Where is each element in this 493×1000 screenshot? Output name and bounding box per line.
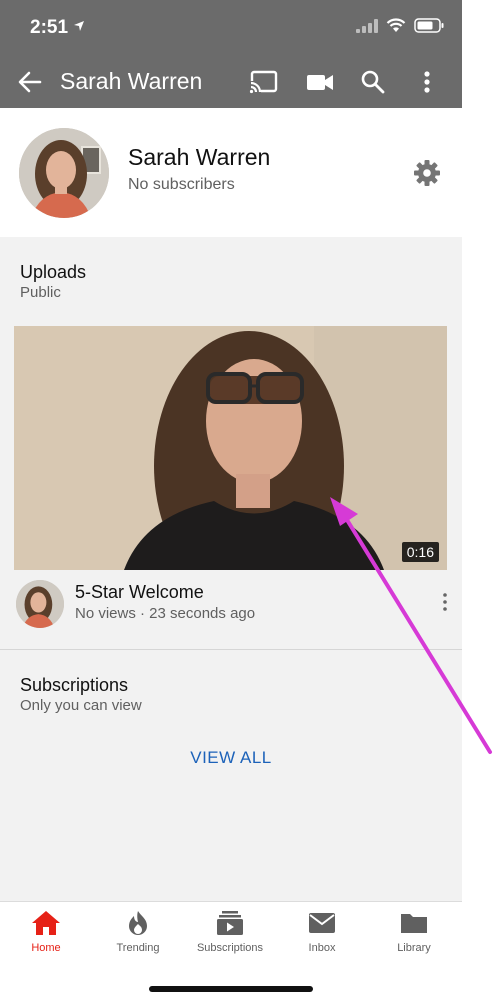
app-bar: Sarah Warren (0, 56, 462, 108)
search-icon[interactable] (358, 68, 388, 96)
nav-home[interactable]: Home (0, 910, 92, 970)
nav-inbox-label: Inbox (308, 942, 336, 954)
uploads-visibility: Public (20, 284, 61, 301)
nav-trending-label: Trending (116, 942, 160, 954)
cast-icon[interactable] (249, 68, 279, 96)
more-vert-icon[interactable] (412, 68, 442, 96)
video-channel-avatar[interactable] (16, 580, 64, 628)
nav-home-label: Home (31, 942, 61, 954)
nav-library[interactable]: Library (368, 910, 460, 970)
gear-icon[interactable] (413, 159, 441, 187)
location-arrow-icon (74, 21, 84, 31)
home-indicator (149, 986, 313, 992)
video-thumbnail[interactable]: 0:16 (14, 326, 447, 570)
phone-screen: 2:51 Sarah Warren Sarah Warren No subscr… (0, 0, 462, 1000)
top-bar: 2:51 Sarah Warren (0, 0, 462, 108)
video-meta: No views · 23 seconds ago (75, 605, 256, 622)
subscriber-count: No subscribers (128, 176, 235, 193)
flame-icon (129, 911, 147, 935)
status-icons (356, 18, 444, 33)
back-arrow-icon[interactable] (16, 68, 44, 96)
nav-trending[interactable]: Trending (92, 910, 184, 970)
uploads-title: Uploads (20, 262, 87, 282)
channel-header: Sarah Warren No subscribers (0, 108, 462, 237)
nav-subscriptions[interactable]: Subscriptions (184, 910, 276, 970)
battery-icon (414, 18, 444, 33)
section-divider (0, 649, 462, 650)
inbox-icon (309, 913, 335, 933)
video-duration: 0:16 (401, 542, 439, 562)
nav-library-label: Library (397, 942, 431, 954)
subscriptions-icon (217, 911, 243, 935)
video-camera-icon[interactable] (305, 68, 335, 96)
view-all-button[interactable]: VIEW ALL (0, 748, 462, 768)
status-time: 2:51 (30, 17, 69, 38)
wifi-icon (386, 18, 406, 32)
nav-subscriptions-label: Subscriptions (196, 942, 264, 954)
video-title[interactable]: 5-Star Welcome (75, 582, 204, 603)
video-more-icon[interactable] (438, 592, 452, 612)
subscriptions-visibility: Only you can view (20, 697, 142, 714)
folder-icon (401, 914, 427, 933)
nav-inbox[interactable]: Inbox (276, 910, 368, 970)
home-icon (32, 911, 60, 935)
subscriptions-title: Subscriptions (20, 675, 129, 695)
app-bar-title: Sarah Warren (60, 68, 203, 94)
right-margin (462, 0, 493, 1000)
cellular-signal-icon (356, 18, 378, 33)
channel-avatar[interactable] (19, 128, 109, 218)
channel-name: Sarah Warren (128, 144, 271, 170)
